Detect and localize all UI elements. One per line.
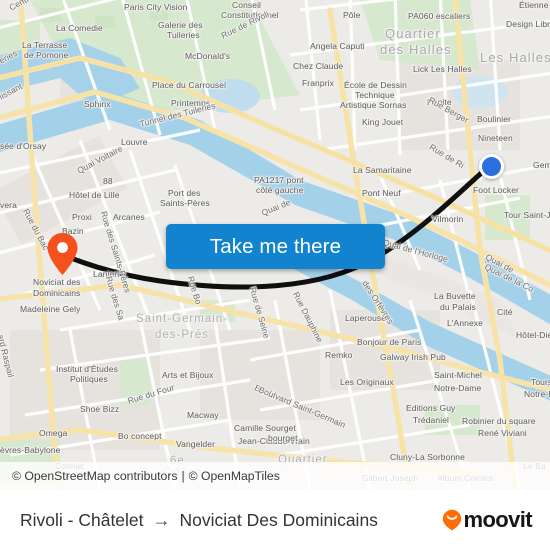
trip-origin-label: Rivoli - Châtelet [20,509,144,530]
trip-summary: Rivoli - Châtelet → Noviciat Des Dominic… [20,510,378,531]
origin-marker[interactable] [479,154,504,179]
arrow-right-icon: → [152,510,171,530]
moovit-wordmark: moovit [463,507,532,532]
trip-destination-label: Noviciat Des Dominicains [179,509,378,530]
take-me-there-button[interactable]: Take me there [166,224,385,269]
map-canvas[interactable]: CentraleLa ComedieLa Terrassede PomonePa… [0,0,550,490]
map-pin-icon [47,233,78,275]
moovit-trip-map-screen: CentraleLa ComedieLa Terrassede PomonePa… [0,0,550,550]
map-attribution-bar: © OpenStreetMap contributors | © OpenMap… [0,462,550,490]
attribution-separator: | [181,469,185,483]
trip-footer: Rivoli - Châtelet → Noviciat Des Dominic… [0,490,550,550]
attribution-openmaptiles[interactable]: © OpenMapTiles [189,469,280,483]
moovit-logo[interactable]: moovit [442,507,533,533]
attribution-osm[interactable]: © OpenStreetMap contributors [12,469,177,483]
destination-marker[interactable] [46,232,79,276]
moovit-pin-icon [443,509,462,531]
